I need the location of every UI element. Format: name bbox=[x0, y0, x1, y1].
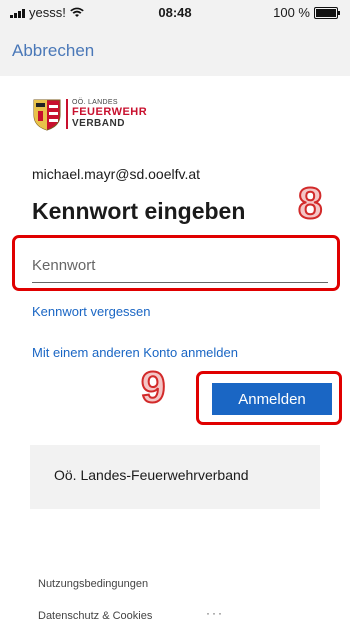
organization-banner: Oö. Landes-Feuerwehrverband bbox=[30, 445, 320, 509]
forgot-password-link[interactable]: Kennwort vergessen bbox=[32, 304, 151, 319]
logo-wordmark: OÖ. LANDES FEUERWEHR VERBAND bbox=[66, 99, 147, 129]
organization-name: Oö. Landes-Feuerwehrverband bbox=[54, 467, 249, 483]
navigation-bar: Abbrechen bbox=[0, 24, 350, 76]
page-title: Kennwort eingeben bbox=[32, 198, 246, 224]
status-right: 100 % bbox=[273, 5, 340, 20]
account-email: michael.mayr@sd.ooelfv.at bbox=[32, 166, 201, 182]
status-bar: yesss! 08:48 100 % bbox=[0, 0, 350, 24]
signin-button[interactable]: Anmelden bbox=[212, 383, 332, 415]
logo-main-text: FEUERWEHR bbox=[72, 106, 148, 118]
battery-percent: 100 % bbox=[273, 5, 310, 20]
other-account-link[interactable]: Mit einem anderen Konto anmelden bbox=[32, 345, 238, 360]
organization-logo: OÖ. LANDES FEUERWEHR VERBAND bbox=[32, 97, 192, 131]
password-input[interactable] bbox=[32, 250, 328, 283]
annotation-step-8: 8 bbox=[297, 179, 324, 228]
logo-sub-text: VERBAND bbox=[72, 118, 125, 129]
privacy-link[interactable]: Datenschutz & Cookies bbox=[38, 610, 152, 622]
terms-link[interactable]: Nutzungsbedingungen bbox=[38, 578, 148, 590]
more-options-icon[interactable]: ··· bbox=[206, 606, 224, 620]
cancel-button[interactable]: Abbrechen bbox=[12, 41, 94, 61]
coat-of-arms-icon bbox=[33, 99, 61, 131]
logo-small-text: OÖ. LANDES bbox=[72, 99, 118, 106]
annotation-step-9: 9 bbox=[140, 363, 167, 412]
battery-icon bbox=[314, 6, 340, 19]
